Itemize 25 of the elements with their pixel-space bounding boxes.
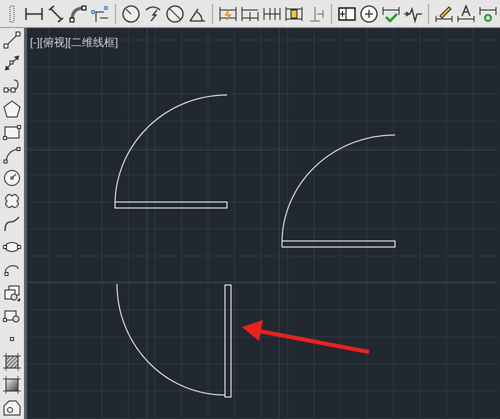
jogged-radius-icon[interactable] [143,4,163,24]
radius-icon[interactable] [121,4,141,24]
line-icon[interactable] [2,30,22,50]
spline-icon[interactable] [2,214,22,234]
pentagon-icon[interactable] [2,99,22,119]
insert-block-icon[interactable] [2,283,22,303]
region-icon[interactable] [2,398,22,418]
cloud-icon[interactable] [2,191,22,211]
rectangle-icon[interactable] [2,122,22,142]
center-mark-icon[interactable] [359,4,379,24]
hatch-icon[interactable] [2,352,22,372]
arc-length-icon[interactable] [68,4,88,24]
text-edit-icon[interactable] [456,4,476,24]
aligned-dimension-icon[interactable] [46,4,66,24]
circle-icon[interactable] [2,168,22,188]
viewport-control[interactable]: [俯视] [40,38,68,49]
ordinate-icon[interactable] [90,4,110,24]
diameter-icon[interactable] [165,4,185,24]
viewport-control[interactable]: [-] [30,38,40,49]
construction-line-icon[interactable] [2,53,22,73]
dimension-edit-icon[interactable] [434,4,454,24]
gradient-icon[interactable] [2,375,22,395]
arc-icon[interactable] [2,145,22,165]
viewport-control[interactable]: [二维线框] [68,38,118,49]
drawing-canvas[interactable]: [-][俯视][二维线框] [27,28,500,419]
